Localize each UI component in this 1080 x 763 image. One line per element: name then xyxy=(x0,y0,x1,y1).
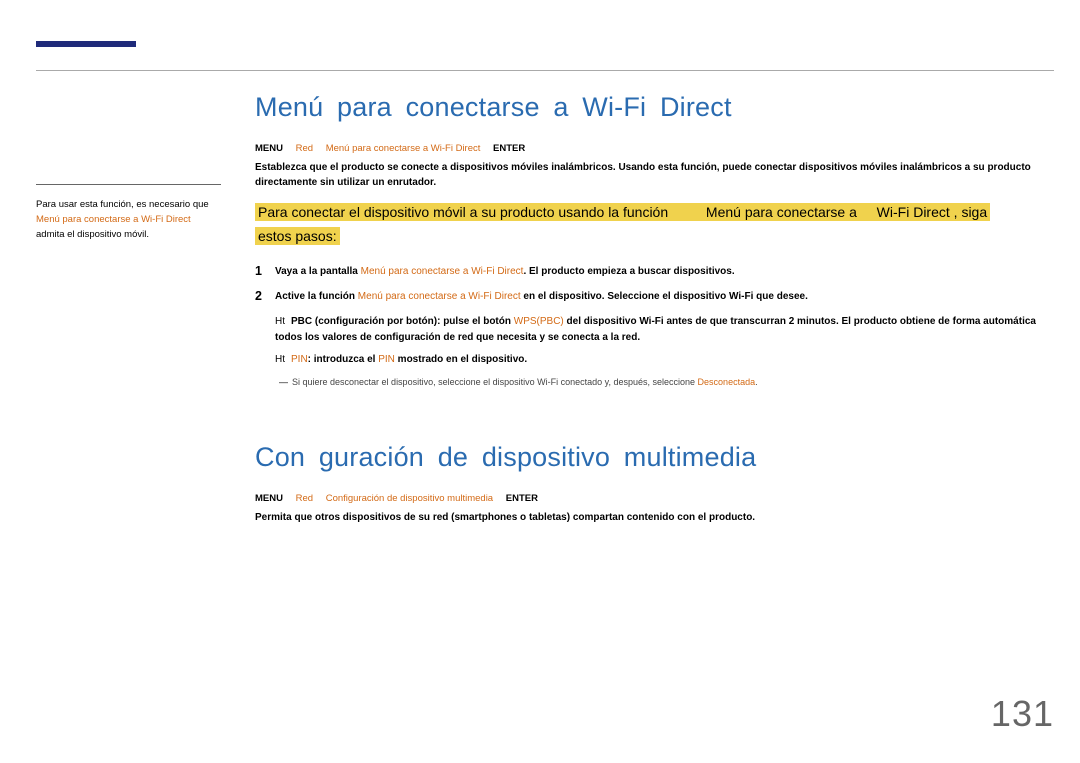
step-1-num: 1 xyxy=(255,264,275,279)
step-1: 1 Vaya a la pantalla Menú para conectars… xyxy=(255,264,1054,279)
step-1-text: Vaya a la pantalla Menú para conectarse … xyxy=(275,264,735,279)
step-2-text: Active la función Menú para conectarse a… xyxy=(275,289,808,304)
sub-pin-lead: Ht xyxy=(275,354,285,365)
top-divider xyxy=(36,70,1054,71)
note-mark: ― xyxy=(279,377,288,387)
side-note: Para usar esta función, es necesario que… xyxy=(36,184,221,242)
step1-post: . El producto empieza a buscar dispositi… xyxy=(523,266,734,277)
accent-bar xyxy=(36,41,136,47)
sub-pin-mid: : introduzca el xyxy=(308,354,379,365)
sub-pbc: Ht PBC (configuración por botón): pulse e… xyxy=(275,314,1054,346)
sub-pin-orange2: PIN xyxy=(378,354,395,365)
side-line-1: Para usar esta función, es necesario que xyxy=(36,199,209,210)
sub-pbc-lead: Ht xyxy=(275,316,285,327)
sub-pin-post: mostrado en el dispositivo. xyxy=(395,354,527,365)
step2-pre: Active la función xyxy=(275,291,358,302)
section1-breadcrumb: MENU Red Menú para conectarse a Wi-Fi Di… xyxy=(255,143,1054,154)
note-orange: Desconectada xyxy=(698,377,756,387)
nav-enter: ENTER xyxy=(493,143,525,154)
nav2-menu: MENU xyxy=(255,493,283,504)
sub-pbc-pre: PBC (configuración por botón): pulse el … xyxy=(291,316,514,327)
section1-title: Menú para conectarse a Wi-Fi Direct xyxy=(255,92,1054,123)
hl-a: Para conectar el dispositivo móvil a su … xyxy=(258,204,668,220)
sub-pin: Ht PIN: introduzca el PIN mostrado en el … xyxy=(275,352,1054,368)
nav2-enter: ENTER xyxy=(506,493,538,504)
step-2-num: 2 xyxy=(255,289,275,304)
document-page: Para usar esta función, es necesario que… xyxy=(0,0,1080,763)
sub-pin-orange1: PIN xyxy=(291,354,308,365)
side-line-3: admita el dispositivo móvil. xyxy=(36,229,149,240)
section2-breadcrumb: MENU Red Configuración de dispositivo mu… xyxy=(255,493,1054,504)
section1-intro: Establezca que el producto se conecte a … xyxy=(255,160,1054,190)
sub-pbc-orange: WPS(PBC) xyxy=(514,316,564,327)
nav-item: Menú para conectarse a Wi-Fi Direct xyxy=(326,143,481,154)
note-pre: Si quiere desconectar el dispositivo, se… xyxy=(292,377,698,387)
step2-orange: Menú para conectarse a Wi-Fi Direct xyxy=(358,291,521,302)
step1-orange: Menú para conectarse a Wi-Fi Direct xyxy=(361,266,524,277)
hl-b: Menú para conectarse a xyxy=(706,204,857,220)
highlight-line1: Para conectar el dispositivo móvil a su … xyxy=(255,203,990,221)
step1-pre: Vaya a la pantalla xyxy=(275,266,361,277)
side-note-text: Para usar esta función, es necesario que… xyxy=(36,197,221,242)
highlight-line2: estos pasos: xyxy=(255,227,340,245)
side-divider xyxy=(36,184,221,185)
main-content: Menú para conectarse a Wi-Fi Direct MENU… xyxy=(255,92,1054,535)
step2-post: en el dispositivo. Seleccione el disposi… xyxy=(521,291,808,302)
side-line-2: Menú para conectarse a Wi-Fi Direct xyxy=(36,214,191,225)
hl-c: Wi-Fi Direct , siga xyxy=(877,204,987,220)
nav2-item: Configuración de dispositivo multimedia xyxy=(326,493,493,504)
nav-red: Red xyxy=(296,143,313,154)
disconnect-note: ― Si quiere desconectar el dispositivo, s… xyxy=(279,374,1054,390)
step-2: 2 Active la función Menú para conectarse… xyxy=(255,289,1054,304)
highlight-block: Para conectar el dispositivo móvil a su … xyxy=(255,202,1054,246)
note-post: . xyxy=(755,377,758,387)
section2-title: Con guración de dispositivo multimedia xyxy=(255,442,1054,473)
section2-body: Permita que otros dispositivos de su red… xyxy=(255,510,1054,525)
nav-menu: MENU xyxy=(255,143,283,154)
page-number: 131 xyxy=(991,693,1054,735)
nav2-red: Red xyxy=(296,493,313,504)
